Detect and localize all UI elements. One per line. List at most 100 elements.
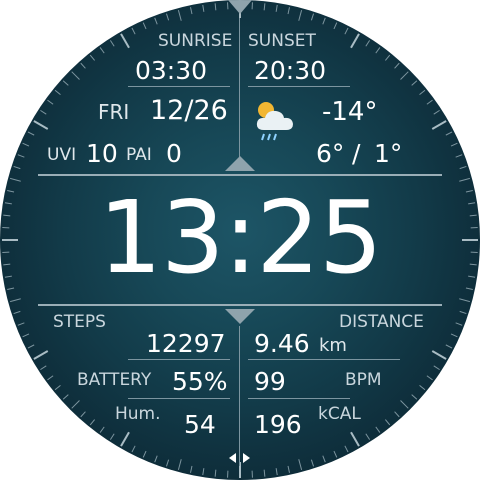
dial-tick <box>142 22 147 30</box>
dial-tick <box>13 165 21 170</box>
dial-tick <box>411 80 418 86</box>
dial-tick <box>13 310 21 315</box>
battery-value: 55% <box>172 367 228 396</box>
dial-tick <box>431 120 447 130</box>
bpm-label: BPM <box>345 370 382 390</box>
dial-tick <box>275 468 278 476</box>
dial-tick <box>71 400 80 409</box>
dial-tick <box>350 33 360 49</box>
dial-tick <box>80 62 86 69</box>
dial-tick <box>9 177 21 182</box>
dial-tick <box>62 80 69 86</box>
dial-tick <box>365 433 371 440</box>
dial-tick <box>142 450 147 458</box>
dial-tick <box>190 7 193 15</box>
dial-tick <box>177 459 182 471</box>
dial-tick <box>287 7 290 15</box>
dial-tick <box>350 431 360 447</box>
dial-tick <box>33 120 49 130</box>
vertical-divider-top <box>239 18 240 168</box>
dial-tick <box>154 455 158 463</box>
calories-value: 196 <box>254 410 302 439</box>
kcal-label: kCAL <box>318 404 361 424</box>
dial-tick <box>459 177 471 182</box>
dial-tick <box>419 384 426 391</box>
pai-label: PAI <box>126 145 152 165</box>
dial-tick <box>17 154 25 158</box>
dial-tick <box>89 419 96 426</box>
dial-tick <box>322 455 326 463</box>
dial-tick <box>109 433 115 440</box>
dial-tick <box>109 40 115 47</box>
dial-tick <box>202 468 205 476</box>
dial-tick <box>384 54 391 61</box>
dial-tick <box>310 13 315 21</box>
dial-tick <box>394 411 400 418</box>
temperature: -14° <box>322 97 378 127</box>
distance-value: 9.46 <box>254 329 310 358</box>
steps-underline <box>128 359 230 360</box>
distance-unit: km <box>319 335 347 356</box>
distance-label: DISTANCE <box>339 312 424 332</box>
steps-value: 12297 <box>146 329 226 358</box>
steps-label: STEPS <box>53 312 106 332</box>
dial-tick <box>89 54 96 61</box>
dial-tick <box>459 165 467 170</box>
dial-tick <box>80 411 86 418</box>
dial-tick <box>99 426 105 433</box>
dial-tick <box>275 4 278 12</box>
dial-tick <box>263 469 266 477</box>
distance-underline <box>248 359 400 360</box>
dial-tick <box>202 4 205 12</box>
dial-tick <box>450 142 458 147</box>
weekday: FRI <box>98 100 130 124</box>
right-arrow-icon[interactable] <box>243 453 250 463</box>
dial-tick <box>375 47 381 54</box>
humidity-label: Hum. <box>115 404 161 424</box>
dial-tick <box>154 17 158 25</box>
dial-tick <box>426 375 433 381</box>
dial-tick <box>165 459 170 467</box>
dial-tick <box>165 13 170 21</box>
top-marker-icon <box>228 0 252 14</box>
dial-tick <box>400 71 409 80</box>
dial-tick <box>40 365 47 371</box>
up-triangle-icon <box>225 156 255 171</box>
dial-tick <box>263 3 266 11</box>
sunset-underline <box>248 86 350 87</box>
dial-tick <box>375 426 381 433</box>
dial-tick <box>22 142 30 147</box>
dial-tick <box>54 89 61 96</box>
left-arrow-icon[interactable] <box>229 453 236 463</box>
dial-tick <box>120 33 130 49</box>
dial-tick <box>455 322 463 326</box>
dial-tick <box>40 109 47 115</box>
dial-tick <box>47 99 54 105</box>
dial-tick <box>419 89 426 96</box>
vertical-divider-bottom <box>239 326 240 466</box>
dial-tick <box>365 40 371 47</box>
dial-tick <box>431 350 447 360</box>
dial-tick <box>411 394 418 400</box>
dial-tick <box>465 287 473 290</box>
dial-tick <box>71 71 80 80</box>
dial-tick <box>27 131 35 136</box>
dial-tick <box>33 350 49 360</box>
uvi-value: 10 <box>86 139 118 168</box>
sunset-time: 20:30 <box>254 56 327 85</box>
dial-tick <box>131 445 136 453</box>
dial-tick <box>400 400 409 409</box>
down-triangle-icon <box>225 309 255 324</box>
dial-tick <box>177 9 182 21</box>
dial-tick <box>322 17 326 25</box>
temp-low: 1° <box>374 139 403 168</box>
dial-tick <box>433 365 440 371</box>
time-display: 13:25 <box>98 179 382 296</box>
dial-tick <box>459 310 467 315</box>
dial-tick <box>62 394 69 400</box>
dial-tick <box>99 47 105 54</box>
temp-high: 6° <box>316 139 345 168</box>
humidity-value: 54 <box>184 410 216 439</box>
dial-tick <box>54 384 61 391</box>
dial-tick <box>298 9 303 21</box>
